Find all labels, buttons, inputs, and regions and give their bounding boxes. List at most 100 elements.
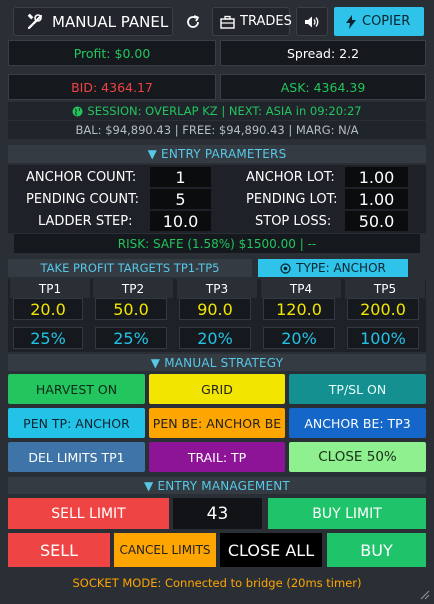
manual-strategy-title: ▼ MANUAL STRATEGY <box>150 355 284 370</box>
resize-grip-icon[interactable] <box>418 588 430 600</box>
tp-column-4: TP4 120.0 20% <box>261 279 341 349</box>
tp-price-input[interactable]: 200.0 <box>347 298 419 320</box>
sell-button[interactable]: SELL <box>8 533 110 567</box>
tp-column-5: TP5 200.0 100% <box>345 279 425 349</box>
close-50-button[interactable]: CLOSE 50% <box>289 442 426 472</box>
tp-column-label: TP3 <box>177 279 257 298</box>
anchor-count-label: ANCHOR COUNT: <box>26 170 137 185</box>
tp-price-input[interactable]: 20.0 <box>13 298 83 320</box>
entry-management-title: ▼ ENTRY MANAGEMENT <box>144 478 290 493</box>
tp-percent-input[interactable]: 20% <box>263 327 335 349</box>
grid-button[interactable]: GRID <box>149 374 285 404</box>
entry-parameters-title: ▼ ENTRY PARAMETERS <box>147 147 287 161</box>
spread-display: Spread: 2.2 <box>220 40 426 66</box>
tp-price-input[interactable]: 90.0 <box>179 298 251 320</box>
tp-column-label: TP2 <box>93 279 173 298</box>
risk-text: RISK: SAFE (1.58%) $1500.00 | -- <box>117 236 317 251</box>
ask-display: ASK: 4364.39 <box>220 74 426 100</box>
globe-icon <box>72 106 83 117</box>
entry-parameters-header[interactable]: ▼ ENTRY PARAMETERS <box>8 145 426 163</box>
pending-count-value: 5 <box>175 189 186 209</box>
stop-loss-value: 50.0 <box>358 211 395 231</box>
tp-percent-input[interactable]: 20% <box>179 327 251 349</box>
buy-button[interactable]: BUY <box>327 533 426 567</box>
profit-text: Profit: $0.00 <box>73 45 151 61</box>
pending-lot-value: 1.00 <box>358 189 395 209</box>
del-limits-button[interactable]: DEL LIMITS TP1 <box>8 442 145 472</box>
tp-percent-input[interactable]: 25% <box>13 327 83 349</box>
sell-limit-label: SELL LIMIT <box>51 505 126 522</box>
tools-icon <box>26 13 44 31</box>
sound-toggle-button[interactable] <box>296 7 328 36</box>
tp-column-label: TP1 <box>10 279 90 298</box>
close-all-button[interactable]: CLOSE ALL <box>220 533 322 567</box>
balance-bar: BAL: $94,890.43 | FREE: $94,890.43 | MAR… <box>8 121 426 139</box>
tp-percent-input[interactable]: 25% <box>95 327 167 349</box>
tp-price-input[interactable]: 50.0 <box>95 298 167 320</box>
tp-column-3: TP3 90.0 20% <box>177 279 257 349</box>
session-bar: SESSION: OVERLAP KZ | NEXT: ASIA in 09:2… <box>8 102 426 120</box>
pen-be-button[interactable]: PEN BE: ANCHOR BE <box>149 408 285 438</box>
pen-tp-button[interactable]: PEN TP: ANCHOR <box>8 408 145 438</box>
tp-column-label: TP4 <box>261 279 341 298</box>
target-icon <box>280 262 291 274</box>
tpsl-button[interactable]: TP/SL ON <box>289 374 426 404</box>
trail-button[interactable]: TRAIL: TP <box>149 442 285 472</box>
refresh-icon <box>185 14 201 30</box>
del-limits-label: DEL LIMITS TP1 <box>28 449 125 465</box>
tp-column-1: TP1 20.0 25% <box>10 279 90 349</box>
pending-lot-label: PENDING LOT: <box>246 192 338 207</box>
balance-text: BAL: $94,890.43 | FREE: $94,890.43 | MAR… <box>75 123 359 137</box>
pending-lot-input[interactable]: 1.00 <box>345 189 408 209</box>
trail-label: TRAIL: TP <box>187 449 247 465</box>
copier-label: COPIER <box>362 14 411 29</box>
cancel-limits-button[interactable]: CANCEL LIMITS <box>114 533 216 567</box>
buy-limit-label: BUY LIMIT <box>312 505 382 522</box>
refresh-button[interactable] <box>180 7 206 36</box>
stop-loss-label: STOP LOSS: <box>255 214 332 229</box>
anchor-count-value: 1 <box>175 167 186 187</box>
panel-title: MANUAL PANEL <box>52 12 169 31</box>
tab-take-profit-targets[interactable]: TAKE PROFIT TARGETS TP1-TP5 <box>8 259 252 277</box>
entry-management-header[interactable]: ▼ ENTRY MANAGEMENT <box>8 477 426 494</box>
profit-display: Profit: $0.00 <box>8 40 216 66</box>
manual-panel-title-button[interactable]: MANUAL PANEL <box>13 7 173 36</box>
anchor-lot-label: ANCHOR LOT: <box>246 170 335 185</box>
trades-button[interactable]: TRADES <box>212 7 292 36</box>
lightning-icon <box>346 14 356 29</box>
stop-loss-input[interactable]: 50.0 <box>345 211 408 231</box>
tp-column-2: TP2 50.0 25% <box>93 279 173 349</box>
distance-input[interactable]: 43 <box>173 498 262 529</box>
bid-display: BID: 4364.17 <box>8 74 216 100</box>
anchor-count-input[interactable]: 1 <box>150 167 211 187</box>
anchor-be-button[interactable]: ANCHOR BE: TP3 <box>289 408 426 438</box>
tp-percent-input[interactable]: 100% <box>347 327 419 349</box>
sell-limit-button[interactable]: SELL LIMIT <box>8 498 169 529</box>
ladder-step-input[interactable]: 10.0 <box>150 211 211 231</box>
socket-status: SOCKET MODE: Connected to bridge (20ms t… <box>8 573 426 593</box>
anchor-lot-value: 1.00 <box>358 167 395 187</box>
distance-value: 43 <box>206 503 229 524</box>
tp-type-label: TYPE: ANCHOR <box>296 261 386 275</box>
buy-limit-button[interactable]: BUY LIMIT <box>268 498 426 529</box>
close-50-label: CLOSE 50% <box>318 449 397 465</box>
tpsl-label: TP/SL ON <box>328 381 387 397</box>
harvest-button[interactable]: HARVEST ON <box>8 374 145 404</box>
risk-bar: RISK: SAFE (1.58%) $1500.00 | -- <box>14 234 420 253</box>
anchor-lot-input[interactable]: 1.00 <box>345 167 408 187</box>
pen-tp-label: PEN TP: ANCHOR <box>23 415 130 431</box>
spread-text: Spread: 2.2 <box>286 45 360 61</box>
pending-count-label: PENDING COUNT: <box>26 192 139 207</box>
cancel-limits-label: CANCEL LIMITS <box>119 543 211 557</box>
tp-type-button[interactable]: TYPE: ANCHOR <box>258 259 408 277</box>
session-text: SESSION: OVERLAP KZ | NEXT: ASIA in 09:2… <box>87 104 362 118</box>
tab-take-profit-label: TAKE PROFIT TARGETS TP1-TP5 <box>40 261 220 275</box>
pending-count-input[interactable]: 5 <box>150 189 211 209</box>
manual-strategy-header[interactable]: ▼ MANUAL STRATEGY <box>8 354 426 371</box>
socket-status-text: SOCKET MODE: Connected to bridge (20ms t… <box>72 576 362 590</box>
close-all-label: CLOSE ALL <box>227 540 315 560</box>
tp-price-input[interactable]: 120.0 <box>263 298 335 320</box>
sell-label: SELL <box>39 540 79 560</box>
bid-text: BID: 4364.17 <box>71 79 153 95</box>
copier-button[interactable]: COPIER <box>334 7 424 36</box>
